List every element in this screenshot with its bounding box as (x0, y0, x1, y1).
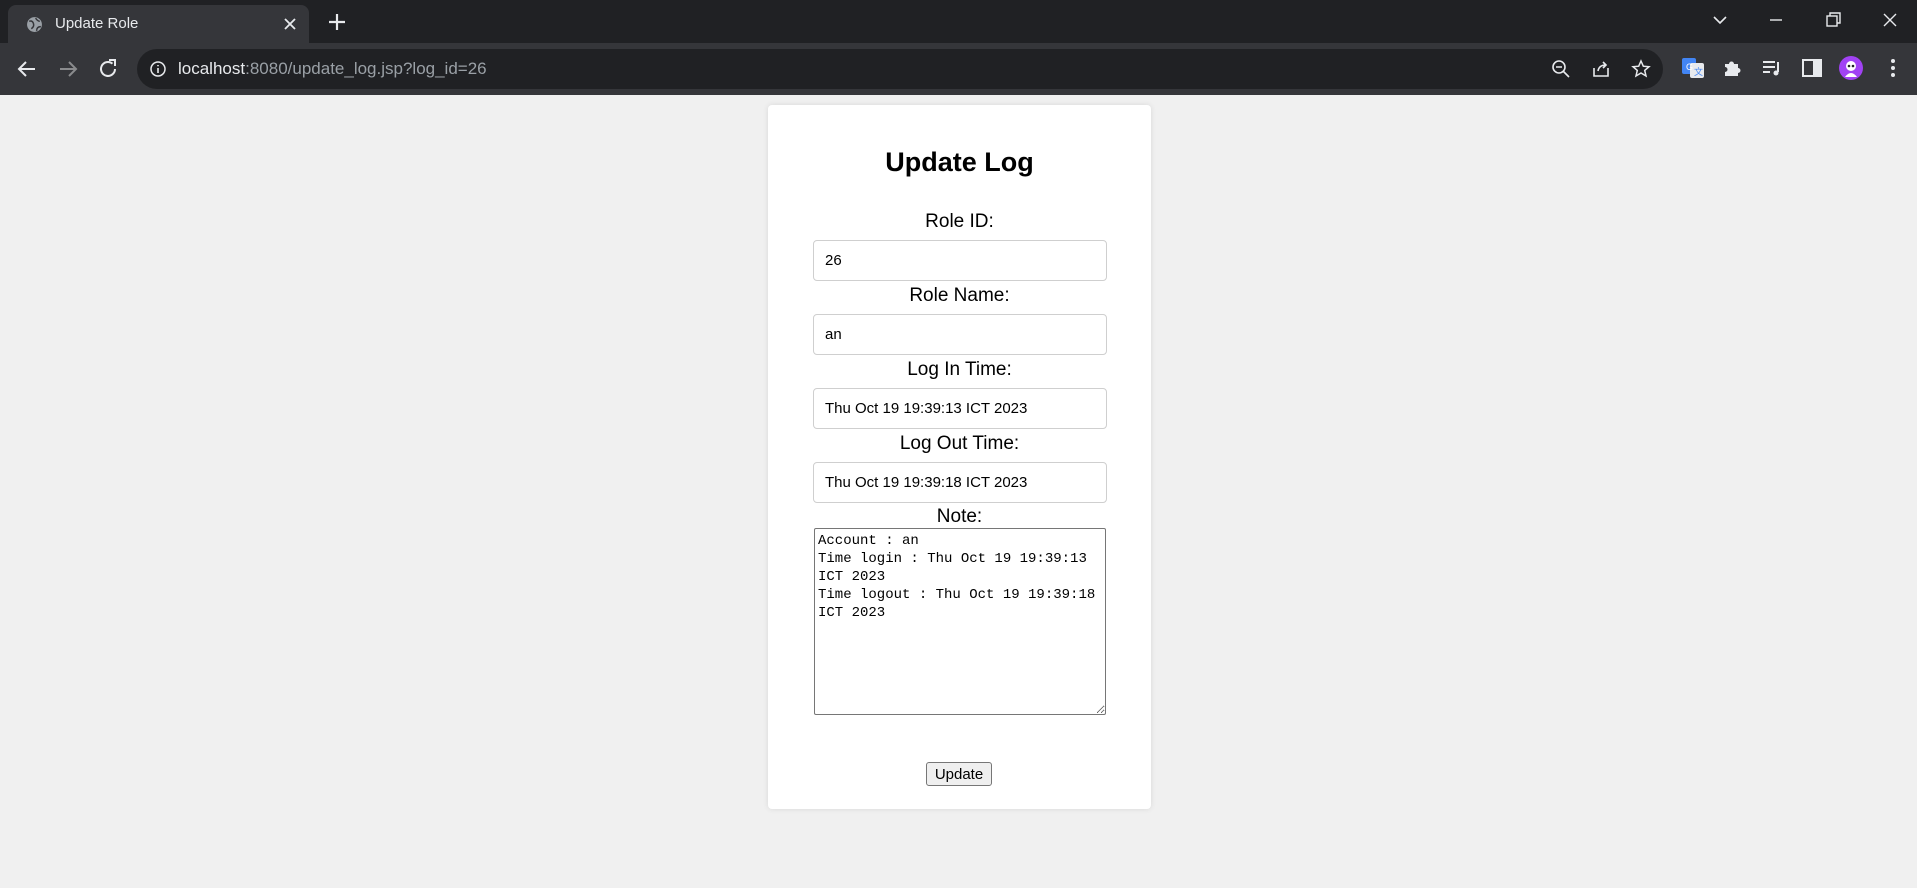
browser-toolbar: localhost:8080/update_log.jsp?log_id=26 … (0, 43, 1917, 95)
close-window-icon[interactable] (1880, 10, 1900, 30)
log-out-time-input[interactable] (813, 462, 1107, 503)
profile-avatar-icon[interactable] (1839, 56, 1863, 80)
extensions-puzzle-icon[interactable] (1720, 56, 1744, 80)
minimize-icon[interactable] (1766, 10, 1786, 30)
url-text[interactable]: localhost:8080/update_log.jsp?log_id=26 (178, 59, 487, 79)
update-log-form: Update Log Role ID: Role Name: Log In Ti… (768, 105, 1151, 809)
tab-search-icon[interactable] (1710, 10, 1730, 30)
role-id-input[interactable] (813, 240, 1107, 281)
site-info-icon[interactable] (149, 60, 167, 78)
log-in-time-label: Log In Time: (907, 359, 1012, 380)
close-tab-icon[interactable] (282, 16, 298, 32)
note-textarea[interactable]: Account : an Time login : Thu Oct 19 19:… (814, 528, 1106, 715)
tab-title: Update Role (55, 15, 139, 32)
note-label: Note: (936, 506, 983, 527)
reload-icon[interactable] (96, 57, 120, 81)
browser-tab[interactable]: Update Role (8, 5, 309, 43)
media-queue-icon[interactable] (1760, 56, 1784, 80)
url-path: :8080/update_log.jsp?log_id=26 (245, 59, 487, 78)
globe-icon (27, 17, 42, 32)
log-out-time-label: Log Out Time: (899, 433, 1020, 454)
zoom-out-icon[interactable] (1551, 59, 1571, 79)
browser-titlebar: Update Role (0, 0, 1917, 43)
back-icon[interactable] (15, 57, 39, 81)
svg-text:文: 文 (1694, 66, 1703, 77)
google-translate-icon[interactable]: G 文 (1681, 56, 1705, 80)
address-bar[interactable]: localhost:8080/update_log.jsp?log_id=26 (137, 49, 1663, 89)
side-panel-icon[interactable] (1800, 56, 1824, 80)
role-id-label: Role ID: (925, 211, 994, 232)
menu-kebab-icon[interactable] (1881, 56, 1905, 80)
new-tab-icon[interactable] (327, 12, 347, 32)
page-body: Update Log Role ID: Role Name: Log In Ti… (0, 95, 1917, 888)
log-in-time-input[interactable] (813, 388, 1107, 429)
forward-icon[interactable] (56, 57, 80, 81)
page-title: Update Log (885, 147, 1034, 177)
url-host: localhost (178, 59, 246, 78)
role-name-label: Role Name: (909, 285, 1010, 306)
svg-text:G: G (1686, 62, 1693, 72)
bookmark-star-icon[interactable] (1631, 59, 1651, 79)
restore-icon[interactable] (1823, 10, 1843, 30)
update-button[interactable]: Update (926, 762, 992, 786)
share-icon[interactable] (1591, 59, 1611, 79)
role-name-input[interactable] (813, 314, 1107, 355)
